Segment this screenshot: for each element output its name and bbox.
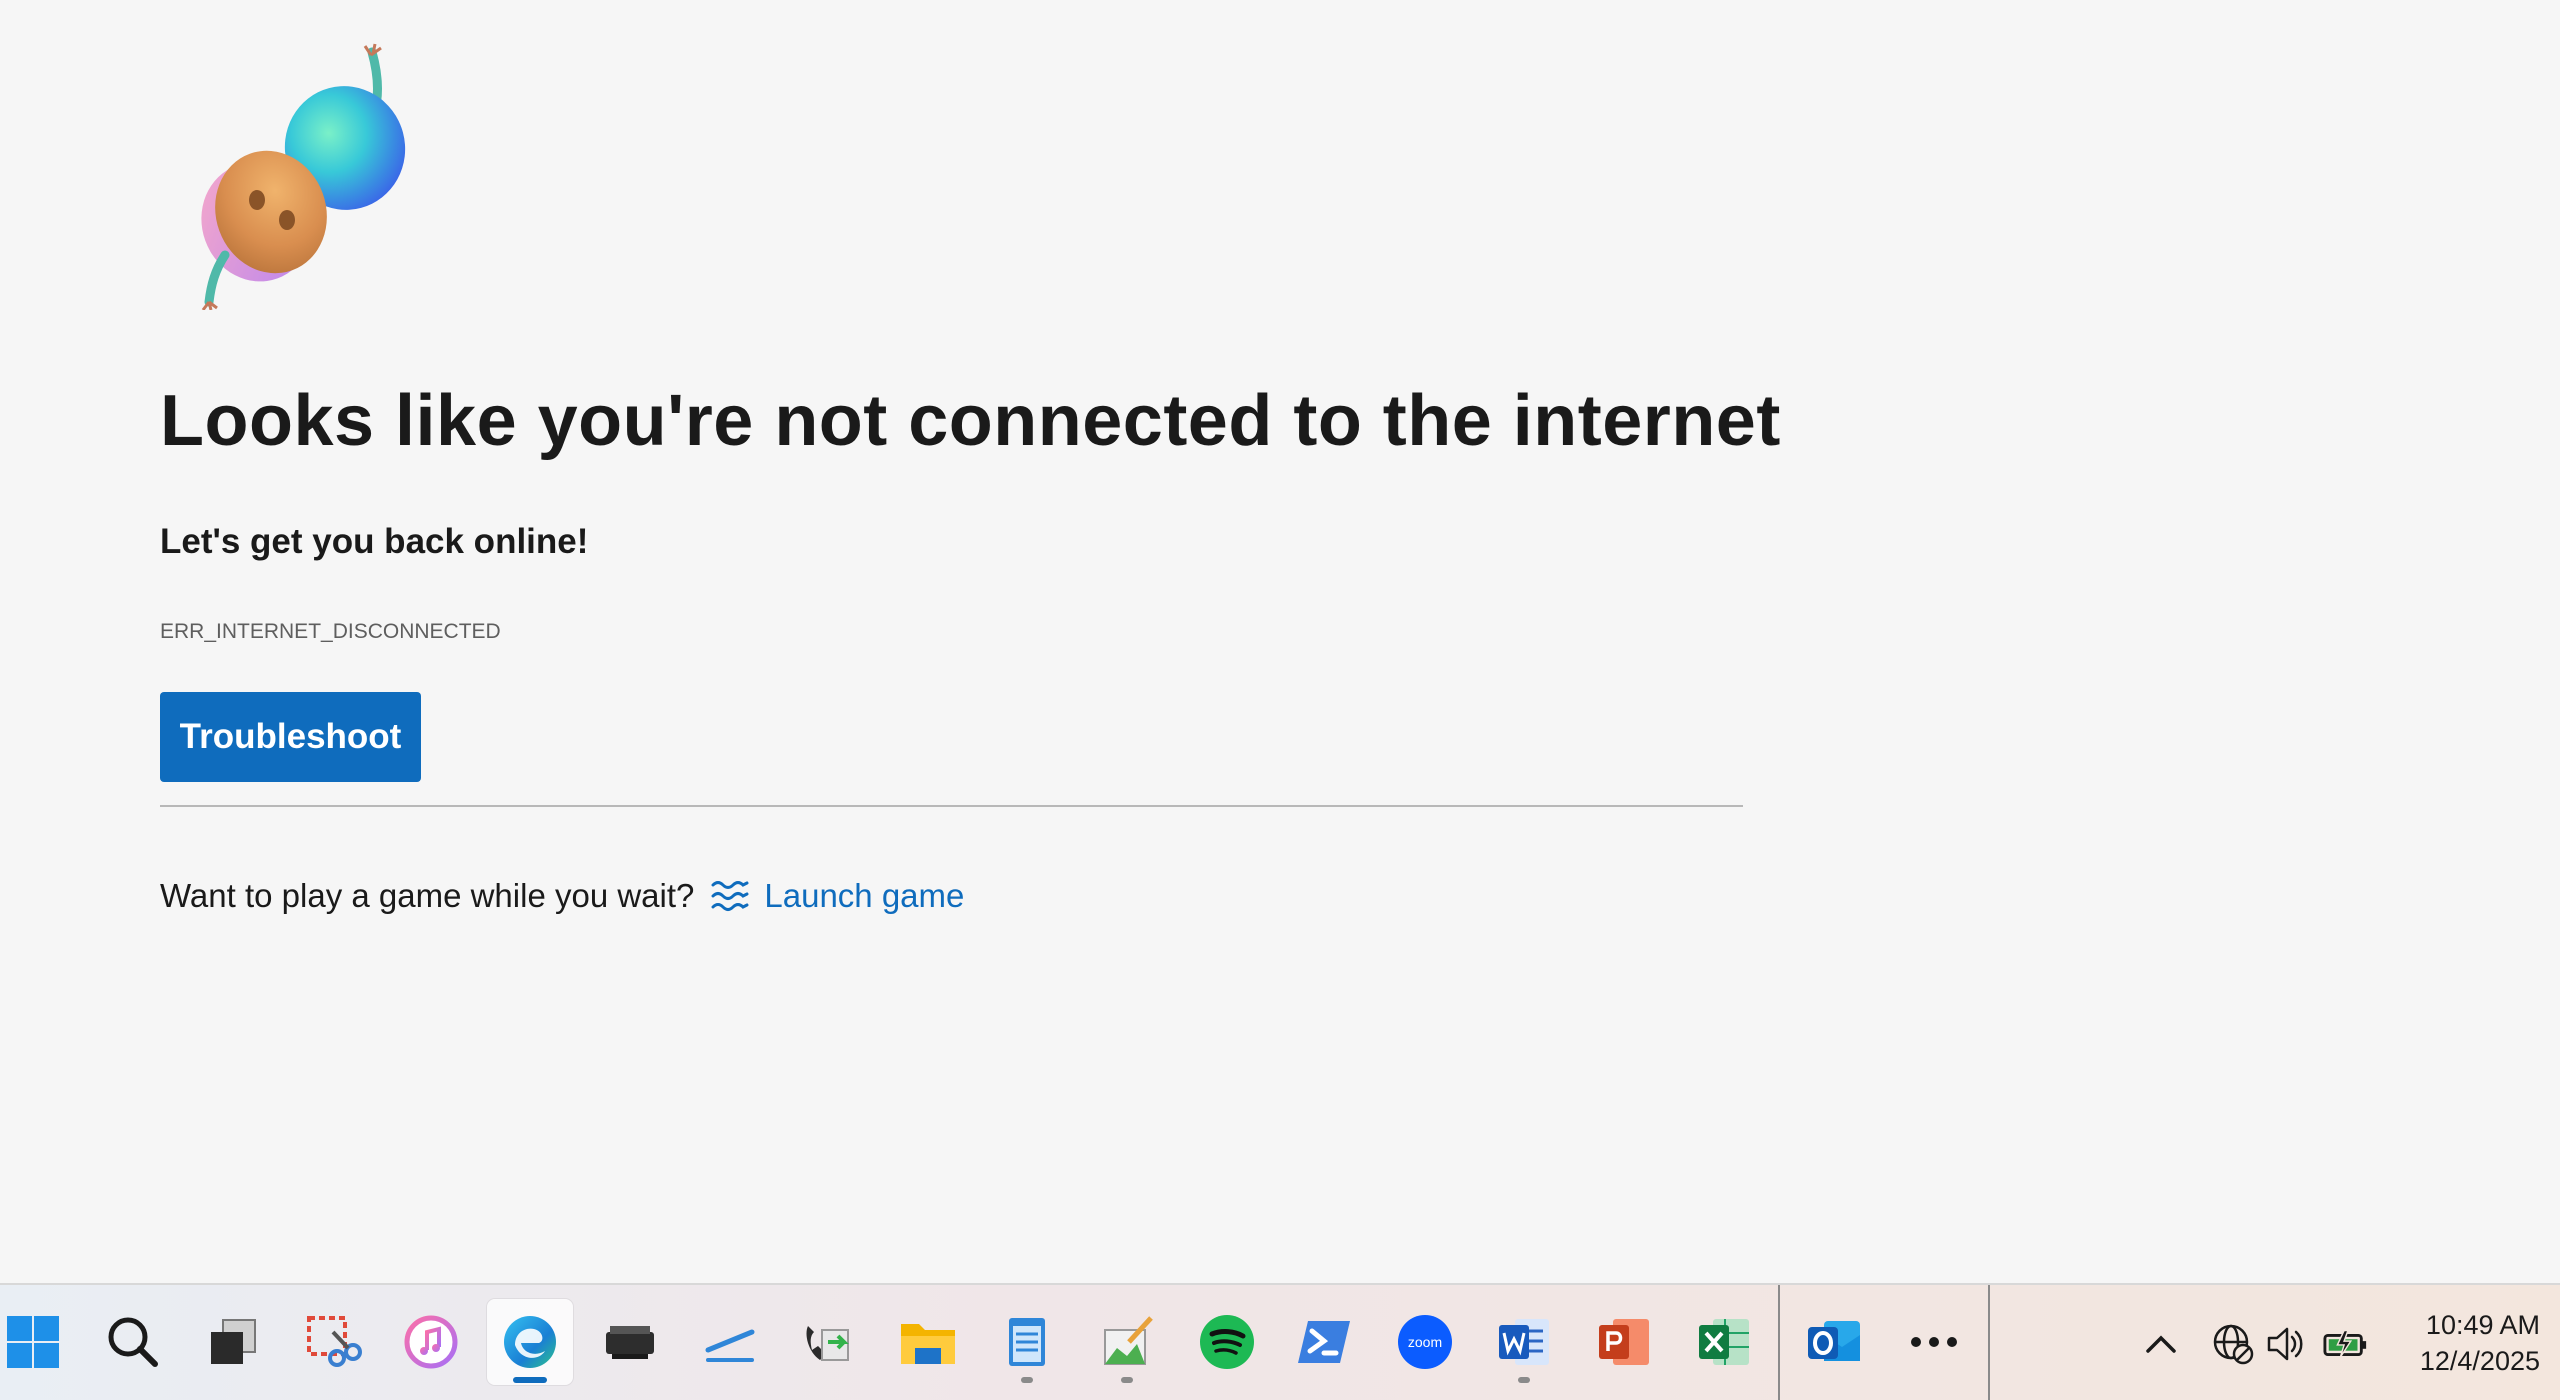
divider	[160, 805, 1743, 807]
taskbar-separator	[1778, 1285, 1780, 1400]
system-clock[interactable]: 10:49 AM 12/4/2025	[2380, 1307, 2540, 1379]
active-indicator	[513, 1377, 547, 1383]
zoom-label: zoom	[1408, 1334, 1442, 1350]
error-code: ERR_INTERNET_DISCONNECTED	[160, 620, 501, 643]
powerpoint-icon[interactable]	[1581, 1299, 1667, 1385]
surf-wave-icon[interactable]	[710, 879, 750, 913]
paint-icon[interactable]	[1084, 1299, 1170, 1385]
folder-icon[interactable]	[885, 1299, 971, 1385]
game-row: Want to play a game while you wait? Laun…	[160, 872, 964, 920]
volume-icon[interactable]	[2262, 1321, 2308, 1367]
page-subtitle: Let's get you back online!	[160, 522, 589, 561]
taskbar: zoom 10:49 AM 12/4/2025	[0, 1283, 2560, 1400]
task-view-icon[interactable]	[190, 1299, 276, 1385]
excel-icon[interactable]	[1681, 1299, 1767, 1385]
page-title: Looks like you're not connected to the i…	[160, 381, 1781, 461]
more-icon[interactable]	[1891, 1299, 1977, 1385]
spotify-icon[interactable]	[1184, 1299, 1270, 1385]
running-indicator	[1021, 1377, 1033, 1383]
edge-icon[interactable]	[487, 1299, 573, 1385]
fax-icon[interactable]	[785, 1299, 871, 1385]
unplugged-plug-illustration	[201, 43, 406, 310]
scanner-icon[interactable]	[587, 1299, 673, 1385]
powershell-icon[interactable]	[1282, 1299, 1368, 1385]
battery-charging-icon[interactable]	[2323, 1321, 2369, 1367]
windows-start-icon[interactable]	[0, 1299, 76, 1385]
snipping-tool-icon[interactable]	[290, 1299, 376, 1385]
notepad-icon[interactable]	[984, 1299, 1070, 1385]
network-disconnected-icon[interactable]	[2210, 1321, 2256, 1367]
itunes-icon[interactable]	[388, 1299, 474, 1385]
pen-icon[interactable]	[687, 1299, 773, 1385]
running-indicator	[1518, 1377, 1530, 1383]
chevron-up-icon[interactable]	[2138, 1321, 2184, 1367]
error-page: Looks like you're not connected to the i…	[0, 0, 2560, 1282]
launch-game-link[interactable]: Launch game	[764, 877, 964, 915]
outlook-icon[interactable]	[1791, 1299, 1877, 1385]
search-icon[interactable]	[90, 1299, 176, 1385]
taskbar-separator	[1988, 1285, 1990, 1400]
game-prompt: Want to play a game while you wait?	[160, 877, 695, 914]
running-indicator	[1121, 1377, 1133, 1383]
word-icon[interactable]	[1481, 1299, 1567, 1385]
zoom-icon[interactable]: zoom	[1382, 1299, 1468, 1385]
clock-time: 10:49 AM	[2425, 1310, 2540, 1340]
clock-date: 12/4/2025	[2419, 1346, 2540, 1376]
troubleshoot-button[interactable]: Troubleshoot	[160, 692, 421, 782]
